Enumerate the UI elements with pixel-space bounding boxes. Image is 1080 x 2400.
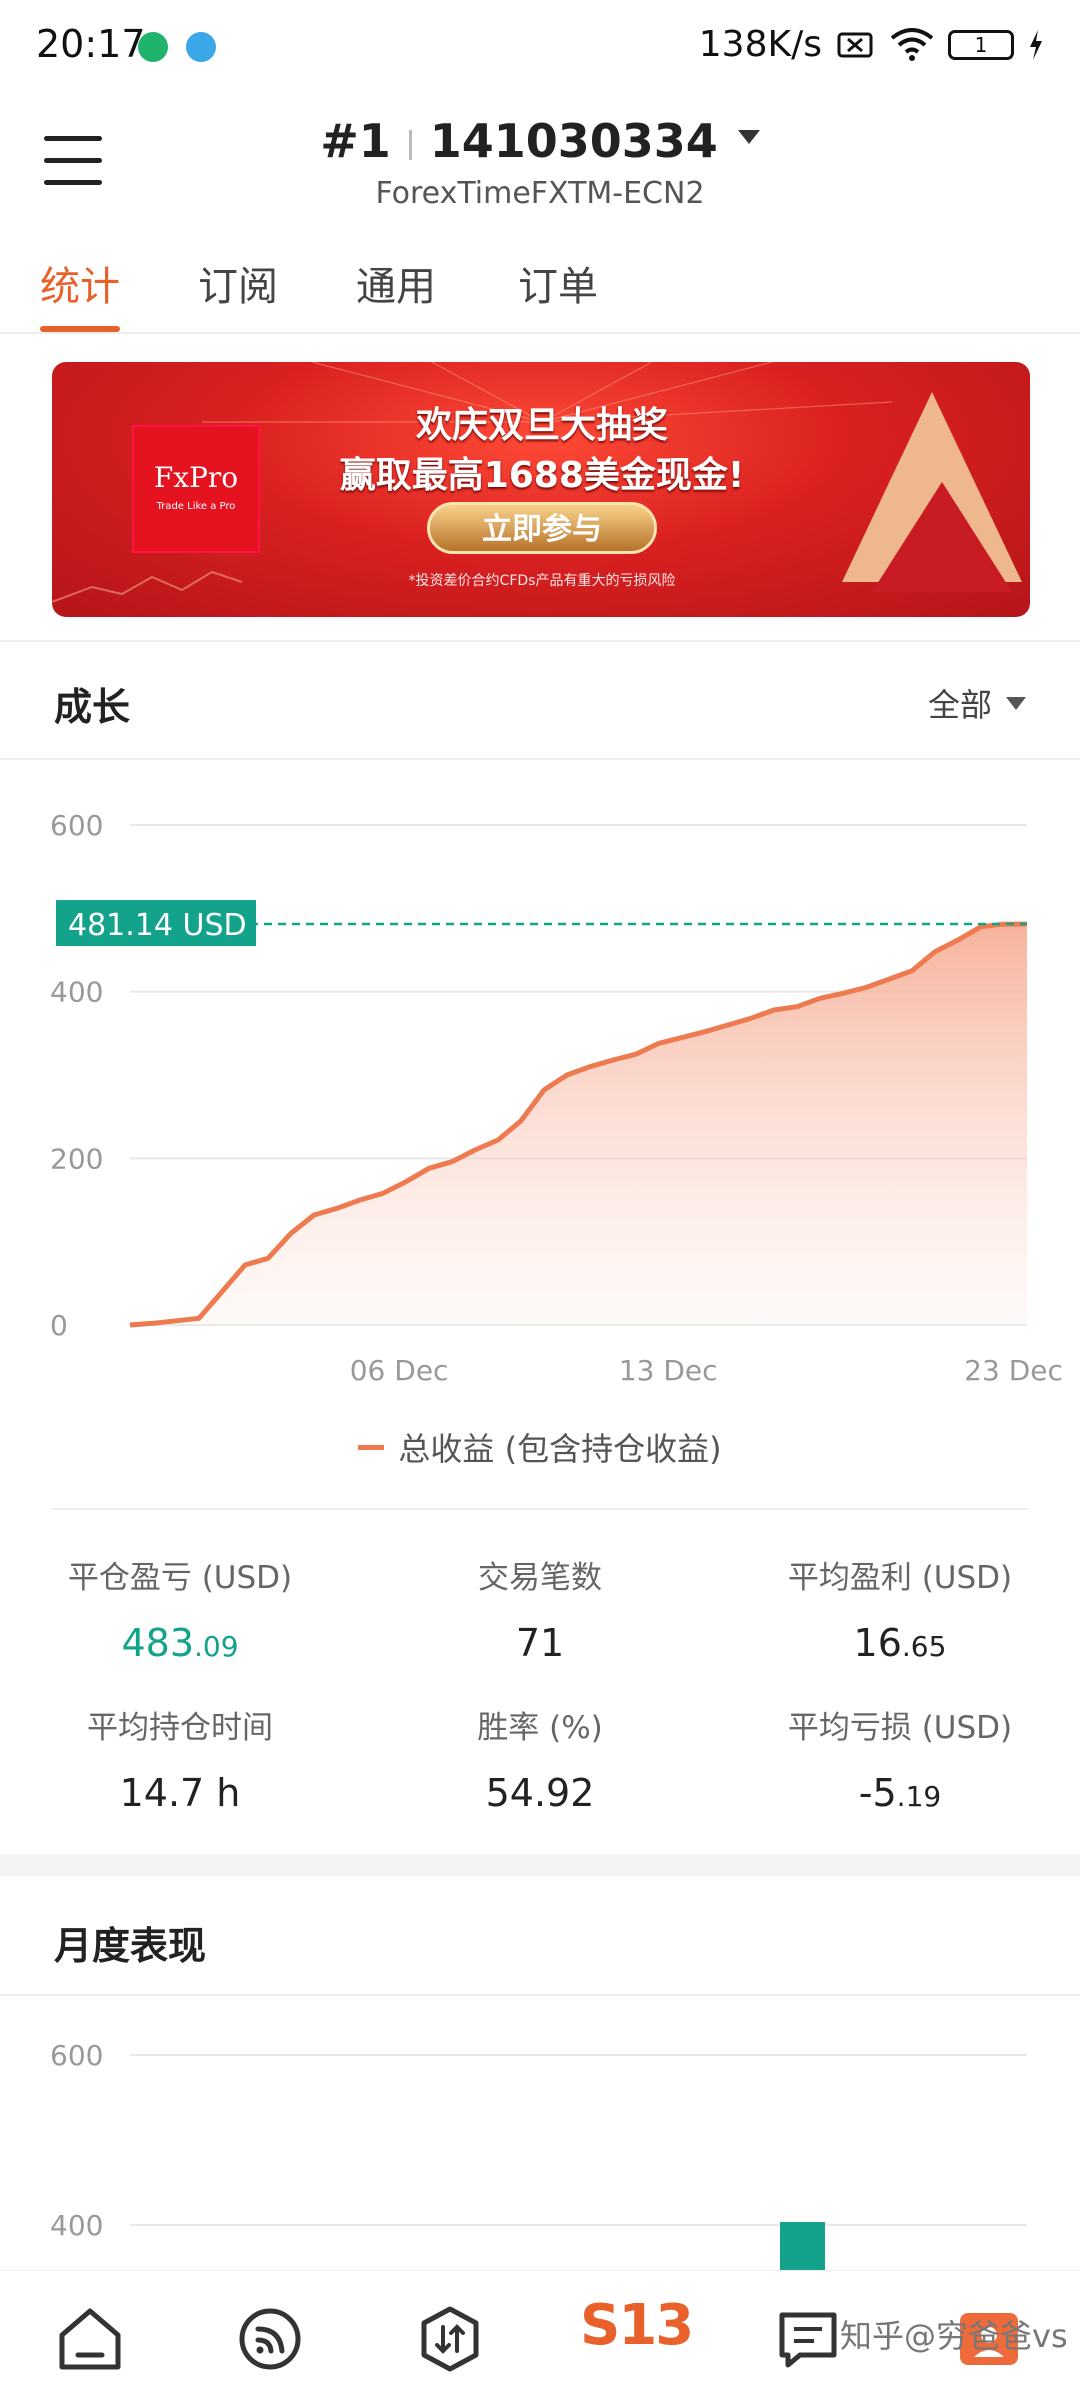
legend-swatch (358, 1444, 385, 1450)
growth-area (130, 924, 1027, 1325)
section-divider (0, 1854, 1080, 1876)
y-tick-label: 600 (50, 2039, 103, 2072)
account-number: 141030334 (429, 114, 718, 168)
stat-trade-count: 交易笔数 71 (360, 1552, 720, 1665)
monthly-chart[interactable]: 600 400 (0, 2000, 1080, 2270)
banner-line-2: 赢取最高1688美金现金! (339, 455, 745, 496)
tree-decoration-2 (872, 482, 1012, 592)
stat-label: 平均盈利 (USD) (787, 1560, 1013, 1596)
stat-label: 胜率 (%) (477, 1710, 603, 1746)
chevron-down-icon (1006, 696, 1026, 710)
tab-subscribe[interactable]: 订阅 (198, 254, 278, 312)
banner-line-1: 欢庆双旦大抽奖 (415, 405, 668, 446)
active-tab-indicator (40, 326, 120, 332)
risk-disclaimer: *投资差价合约CFDs产品有重大的亏损风险 (408, 573, 676, 589)
account-prefix: #1 (320, 114, 391, 168)
stat-avg-profit: 平均盈利 (USD) 16.65 (720, 1552, 1080, 1665)
battery-level: 1 (974, 32, 988, 57)
stat-value: 14.7 h (119, 1771, 241, 1815)
stat-win-rate: 胜率 (%) 54.92 (360, 1702, 720, 1815)
sim-off-icon (837, 32, 873, 57)
signal-icon[interactable] (230, 2299, 310, 2379)
trade-icon[interactable] (410, 2299, 490, 2379)
range-filter-label: 全部 (927, 686, 992, 724)
battery-icon: 1 (948, 29, 1014, 60)
y-tick-label: 200 (50, 1142, 103, 1175)
y-tick-label: 0 (50, 1309, 68, 1342)
chevron-down-icon (737, 129, 760, 144)
legend-label: 总收益 (包含持仓收益) (398, 1430, 722, 1468)
tab-orders[interactable]: 订单 (518, 254, 598, 312)
home-icon[interactable] (50, 2299, 130, 2379)
shield-icon (138, 32, 168, 62)
stat-value: 16.65 (853, 1621, 947, 1665)
cloud-icon (186, 32, 216, 62)
status-bar: 20:17 138K/s 1 (0, 0, 1080, 96)
bottom-nav: S13 知乎@穷爸爸vs (0, 2270, 1080, 2400)
stat-value: 71 (515, 1621, 565, 1665)
fxpro-logo: FxPro Trade Like a Pro (134, 427, 258, 551)
stat-value: 54.92 (485, 1771, 595, 1815)
x-tick-label: 06 Dec (350, 1354, 449, 1387)
y-tick-label: 600 (50, 809, 103, 842)
stat-label: 平均亏损 (USD) (787, 1710, 1013, 1746)
stat-label: 平均持仓时间 (87, 1710, 273, 1746)
stat-value: 483.09 (121, 1621, 239, 1665)
x-tick-label: 13 Dec (619, 1354, 718, 1387)
status-indicators: 138K/s 1 (699, 24, 1044, 65)
stat-avg-hold-time: 平均持仓时间 14.7 h (0, 1702, 360, 1815)
server-name: ForexTimeFXTM-ECN2 (375, 176, 705, 211)
account-selector[interactable]: #1 141030334 (0, 114, 1080, 168)
wifi-icon (890, 27, 934, 61)
divider (52, 1508, 1028, 1510)
tab-stats[interactable]: 统计 (40, 254, 120, 312)
y-tick-label: 400 (50, 2209, 103, 2242)
divider (0, 640, 1080, 642)
charging-icon (1030, 29, 1042, 60)
range-filter[interactable]: 全部 (928, 680, 1026, 726)
s13-logo[interactable]: S13 (580, 2293, 694, 2358)
stat-closed-pnl: 平仓盈亏 (USD) 483.09 (0, 1552, 360, 1665)
divider (0, 1994, 1080, 1996)
growth-chart[interactable]: 600 400 200 0 481.14 USD 06 Dec 13 Dec 23 Dec (0, 760, 1080, 1400)
x-tick-label: 23 Dec (964, 1354, 1063, 1387)
y-tick-label: 400 (50, 976, 103, 1009)
growth-legend: 总收益 (包含持仓收益) (0, 1424, 1080, 1470)
stat-value: -5.19 (858, 1771, 942, 1815)
stat-avg-loss: 平均亏损 (USD) -5.19 (720, 1702, 1080, 1815)
stat-label: 平仓盈亏 (USD) (67, 1560, 293, 1596)
promo-banner[interactable]: FxPro Trade Like a Pro 欢庆双旦大抽奖 赢取最高1688美… (52, 362, 1030, 617)
tab-general[interactable]: 通用 (356, 254, 436, 312)
header: #1 141030334 ForexTimeFXTM-ECN2 (0, 96, 1080, 226)
tab-bar: 统计 订阅 通用 订单 (0, 250, 1080, 334)
status-time: 20:17 (36, 22, 146, 66)
growth-title: 成长 (54, 685, 131, 729)
watermark: 知乎@穷爸爸vs (840, 2317, 1068, 2355)
monthly-bar[interactable] (780, 2222, 825, 2270)
current-value-label: 481.14 USD (68, 908, 247, 943)
monthly-title: 月度表现 (54, 1924, 207, 1968)
stat-label: 交易笔数 (478, 1560, 602, 1596)
chat-icon[interactable] (768, 2299, 848, 2379)
network-speed: 138K/s (698, 24, 822, 65)
join-button[interactable]: 立即参与 (427, 502, 657, 554)
